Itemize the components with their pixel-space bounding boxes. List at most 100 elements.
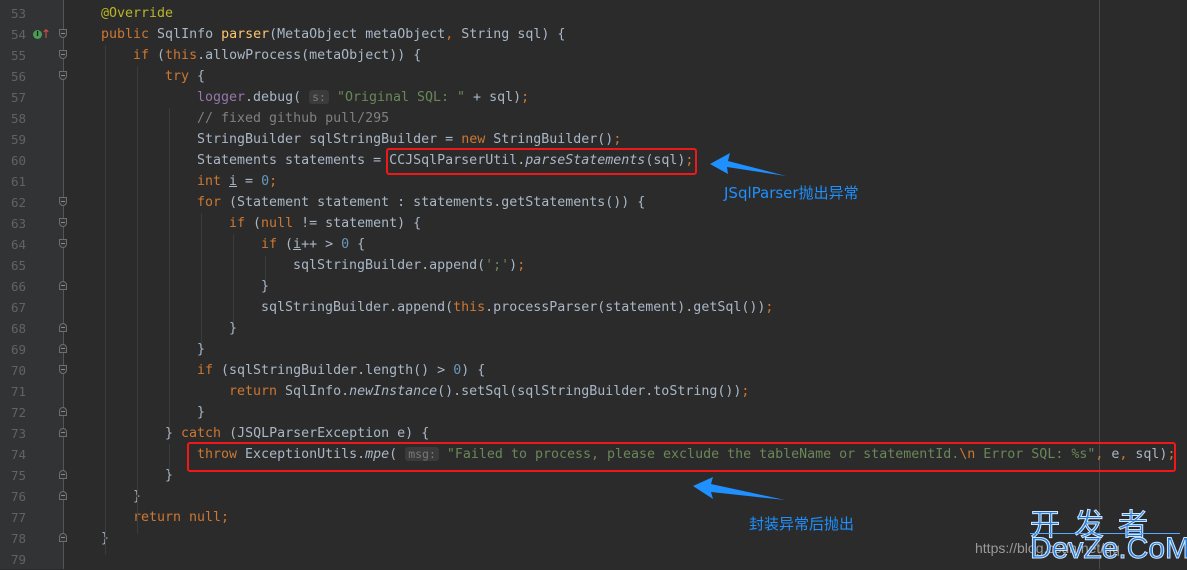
code-line[interactable]: 67 sqlStringBuilder.append(this.processPa… bbox=[0, 297, 1187, 318]
code-line[interactable]: 71 return SqlInfo.newInstance().setSql(sq… bbox=[0, 381, 1187, 402]
code-line[interactable]: 55 if (this.allowProcess(metaObject)) { bbox=[0, 45, 1187, 66]
code-editor[interactable]: 53 @Override 54 public SqlInfo parser(MetaO… bbox=[0, 0, 1187, 569]
code-token: i bbox=[229, 174, 238, 189]
annotation-wrap-rethrow: 封装异常后抛出 bbox=[749, 515, 855, 533]
code-line[interactable]: 58 // fixed github pull/295 bbox=[0, 108, 1187, 129]
code-line[interactable]: 76} bbox=[0, 486, 1187, 507]
fold-collapse-icon[interactable] bbox=[59, 50, 67, 59]
line-number: 65 bbox=[10, 258, 26, 273]
fold-end-icon[interactable] bbox=[59, 323, 67, 332]
fold-end-icon[interactable] bbox=[59, 344, 67, 353]
code-line[interactable]: 73} catch (JSQLParserException e) { bbox=[0, 423, 1187, 444]
code-text: public SqlInfo parser(MetaObject metaObj… bbox=[101, 24, 565, 45]
fold-end-icon[interactable] bbox=[59, 281, 67, 290]
indent-guide bbox=[105, 45, 106, 555]
code-text: if (null != statement) { bbox=[229, 213, 421, 234]
code-line[interactable]: 57 logger.debug( s: "Original SQL: " + sq… bbox=[0, 87, 1187, 108]
indent-guide bbox=[169, 402, 170, 422]
code-line[interactable]: 70 if (sqlStringBuilder.length() > 0) { bbox=[0, 360, 1187, 381]
fold-end-icon[interactable] bbox=[59, 470, 67, 479]
line-number: 79 bbox=[10, 552, 26, 567]
code-line[interactable]: 63 if (null != statement) { bbox=[0, 213, 1187, 234]
code-token: newInstance bbox=[349, 384, 438, 399]
fold-end-icon[interactable] bbox=[59, 407, 67, 416]
highlight-box-throw-line bbox=[187, 442, 1176, 472]
code-token: if bbox=[261, 237, 286, 252]
code-token: StringBuilder sqlStringBuilder = bbox=[197, 132, 462, 147]
code-token: (sqlStringBuilder.length() > bbox=[221, 363, 454, 378]
annotation-parse-error: JSqlParser抛出异常 bbox=[724, 184, 859, 202]
fold-collapse-icon[interactable] bbox=[59, 29, 67, 38]
code-line[interactable]: 72} bbox=[0, 402, 1187, 423]
line-number: 54 bbox=[10, 27, 26, 42]
code-token: (Statement statement : statements.getSta… bbox=[229, 195, 646, 210]
code-token: 0 bbox=[341, 237, 350, 252]
code-token: this bbox=[165, 48, 198, 63]
code-text: sqlStringBuilder.append(this.processPars… bbox=[261, 297, 773, 318]
code-token: ; bbox=[269, 174, 278, 189]
code-token: for bbox=[197, 195, 230, 210]
code-token: String sql) { bbox=[461, 27, 566, 42]
line-number: 57 bbox=[10, 90, 26, 105]
code-line[interactable]: 56 try { bbox=[0, 66, 1187, 87]
code-token: { bbox=[197, 69, 206, 84]
code-token: ( bbox=[285, 237, 294, 252]
code-token: != statement) { bbox=[301, 216, 422, 231]
code-token: i bbox=[293, 237, 302, 252]
line-number: 76 bbox=[10, 489, 26, 504]
arrow-shape bbox=[693, 477, 785, 500]
line-number: 62 bbox=[10, 195, 26, 210]
code-token: SqlInfo bbox=[157, 27, 222, 42]
code-token: catch bbox=[181, 426, 230, 441]
highlight-box-parse-statements bbox=[386, 148, 697, 175]
code-line[interactable]: 65 sqlStringBuilder.append(';'); bbox=[0, 255, 1187, 276]
code-token: , bbox=[445, 27, 462, 42]
code-text: @Override bbox=[101, 3, 173, 24]
code-line[interactable]: 69} bbox=[0, 339, 1187, 360]
line-number: 73 bbox=[10, 426, 26, 441]
line-number: 59 bbox=[10, 132, 26, 147]
code-text: } bbox=[197, 402, 205, 423]
fold-end-icon[interactable] bbox=[59, 491, 67, 500]
fold-collapse-icon[interactable] bbox=[59, 197, 67, 206]
code-text: logger.debug( s: "Original SQL: " + sql)… bbox=[197, 87, 529, 108]
code-token: parser bbox=[221, 27, 270, 42]
line-number: 66 bbox=[10, 279, 26, 294]
line-number: 58 bbox=[10, 111, 26, 126]
code-line[interactable]: 53 @Override bbox=[0, 3, 1187, 24]
indent-guide bbox=[137, 66, 138, 534]
code-line[interactable]: 54 public SqlInfo parser(MetaObject metaO… bbox=[0, 24, 1187, 45]
code-token: if bbox=[229, 216, 254, 231]
code-token: } bbox=[197, 405, 206, 420]
code-token: .processParser(statement).getSql()) bbox=[485, 300, 766, 315]
code-token: int bbox=[197, 174, 230, 189]
watermark-brand-en: DevZe.CoM bbox=[1029, 532, 1187, 566]
code-line[interactable]: 64 if (i++ > 0 { bbox=[0, 234, 1187, 255]
code-token: .debug( bbox=[245, 90, 310, 105]
code-line[interactable]: 59 StringBuilder sqlStringBuilder = new S… bbox=[0, 129, 1187, 150]
fold-collapse-icon[interactable] bbox=[59, 218, 67, 227]
code-line[interactable]: 62 for (Statement statement : statements.… bbox=[0, 192, 1187, 213]
fold-end-icon[interactable] bbox=[59, 428, 67, 437]
fold-collapse-icon[interactable] bbox=[59, 71, 67, 80]
indent-guide bbox=[233, 234, 234, 322]
go-to-super-arrow-icon[interactable]: ↑ bbox=[41, 28, 51, 40]
code-token: ; bbox=[517, 258, 526, 273]
code-line[interactable]: 68} bbox=[0, 318, 1187, 339]
fold-collapse-icon[interactable] bbox=[59, 239, 67, 248]
code-token: ().setSql(sqlStringBuilder.toString()) bbox=[437, 384, 742, 399]
code-line[interactable]: 66} bbox=[0, 276, 1187, 297]
code-text: sqlStringBuilder.append(';'); bbox=[293, 255, 525, 276]
parameter-hint: s: bbox=[309, 90, 329, 104]
code-token: ) { bbox=[461, 363, 486, 378]
line-number: 63 bbox=[10, 216, 26, 231]
code-token: SqlInfo. bbox=[285, 384, 350, 399]
fold-end-icon[interactable] bbox=[59, 533, 67, 542]
line-number: 60 bbox=[10, 153, 26, 168]
fold-collapse-icon[interactable] bbox=[59, 365, 67, 374]
code-text: StringBuilder sqlStringBuilder = new Str… bbox=[197, 129, 621, 150]
code-token: ( bbox=[253, 216, 262, 231]
line-number: 77 bbox=[10, 510, 26, 525]
code-line[interactable]: 77 return null; bbox=[0, 507, 1187, 528]
line-number: 71 bbox=[10, 384, 26, 399]
